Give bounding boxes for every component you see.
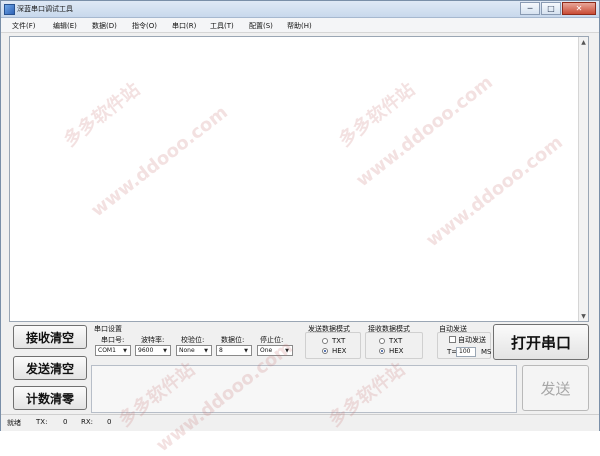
menu-help[interactable]: 帮助(H)	[287, 21, 312, 31]
parity-select[interactable]: None ▼	[176, 345, 212, 356]
parity-value: None	[179, 347, 195, 354]
send-button[interactable]: 发送	[522, 365, 589, 411]
baud-value: 9600	[138, 347, 154, 354]
window-title: 深蓝串口调试工具	[17, 5, 73, 13]
scroll-down-icon[interactable]: ▼	[579, 311, 588, 321]
send-mode-txt-label: TXT	[332, 337, 346, 345]
clear-send-button[interactable]: 发送清空	[13, 356, 87, 380]
menu-bar: 文件(F) 编辑(E) 数据(D) 指令(O) 串口(R) 工具(T) 配置(S…	[1, 18, 599, 33]
chevron-down-icon: ▼	[163, 347, 167, 354]
menu-command[interactable]: 指令(O)	[132, 21, 157, 31]
data-bits-select[interactable]: 8 ▼	[216, 345, 252, 356]
data-bits-value: 8	[219, 347, 223, 354]
tx-label: TX:	[36, 418, 48, 426]
baud-select[interactable]: 9600 ▼	[135, 345, 171, 356]
stop-bits-select[interactable]: One ▼	[257, 345, 293, 356]
open-port-button[interactable]: 打开串口	[493, 324, 589, 360]
send-mode-hex-radio[interactable]	[322, 348, 328, 354]
window-controls: ─ □ ✕	[519, 2, 596, 15]
clear-count-button[interactable]: 计数清零	[13, 386, 87, 410]
receive-scrollbar[interactable]: ▲ ▼	[578, 37, 588, 321]
tx-value: 0	[63, 418, 68, 426]
port-select[interactable]: COM1 ▼	[95, 345, 131, 356]
chevron-down-icon: ▼	[244, 347, 248, 354]
auto-send-checkbox[interactable]	[449, 336, 456, 343]
receive-mode-hex-radio[interactable]	[379, 348, 385, 354]
menu-file[interactable]: 文件(F)	[12, 21, 36, 31]
baud-label: 波特率:	[141, 336, 165, 344]
interval-unit: MS	[481, 348, 492, 356]
close-button[interactable]: ✕	[562, 2, 596, 15]
send-textarea[interactable]	[91, 365, 517, 413]
receive-mode-hex-label: HEX	[389, 347, 404, 355]
receive-mode-txt-radio[interactable]	[379, 338, 385, 344]
chevron-down-icon: ▼	[123, 347, 127, 354]
status-bar: 就绪 TX: 0 RX: 0	[1, 414, 599, 431]
chevron-down-icon: ▼	[204, 347, 208, 354]
parity-label: 校验位:	[181, 336, 205, 344]
menu-serial-port[interactable]: 串口(R)	[172, 21, 196, 31]
stop-bits-label: 停止位:	[260, 336, 284, 344]
minimize-button[interactable]: ─	[520, 2, 540, 15]
maximize-button[interactable]: □	[541, 2, 561, 15]
receive-textarea[interactable]: ▲ ▼	[9, 36, 589, 322]
stop-bits-value: One	[260, 347, 273, 354]
app-icon	[4, 4, 15, 15]
menu-config[interactable]: 配置(S)	[249, 21, 273, 31]
menu-edit[interactable]: 编辑(E)	[53, 21, 77, 31]
interval-input[interactable]: 100	[456, 347, 476, 357]
port-value: COM1	[98, 347, 116, 354]
title-bar: 深蓝串口调试工具 ─ □ ✕	[1, 1, 599, 18]
port-label: 串口号:	[101, 336, 125, 344]
menu-tools[interactable]: 工具(T)	[210, 21, 234, 31]
rx-value: 0	[107, 418, 112, 426]
port-settings-title: 串口设置	[94, 325, 122, 333]
auto-send-checkbox-label: 自动发送	[458, 336, 486, 344]
app-window: 深蓝串口调试工具 ─ □ ✕ 文件(F) 编辑(E) 数据(D) 指令(O) 串…	[0, 0, 600, 456]
status-state: 就绪	[7, 419, 21, 427]
menu-data[interactable]: 数据(D)	[92, 21, 117, 31]
receive-mode-txt-label: TXT	[389, 337, 403, 345]
clear-receive-button[interactable]: 接收清空	[13, 325, 87, 349]
rx-label: RX:	[81, 418, 94, 426]
data-bits-label: 数据位:	[221, 336, 245, 344]
chevron-down-icon: ▼	[285, 347, 289, 354]
send-mode-txt-radio[interactable]	[322, 338, 328, 344]
send-mode-hex-label: HEX	[332, 347, 347, 355]
scroll-up-icon[interactable]: ▲	[579, 37, 588, 47]
